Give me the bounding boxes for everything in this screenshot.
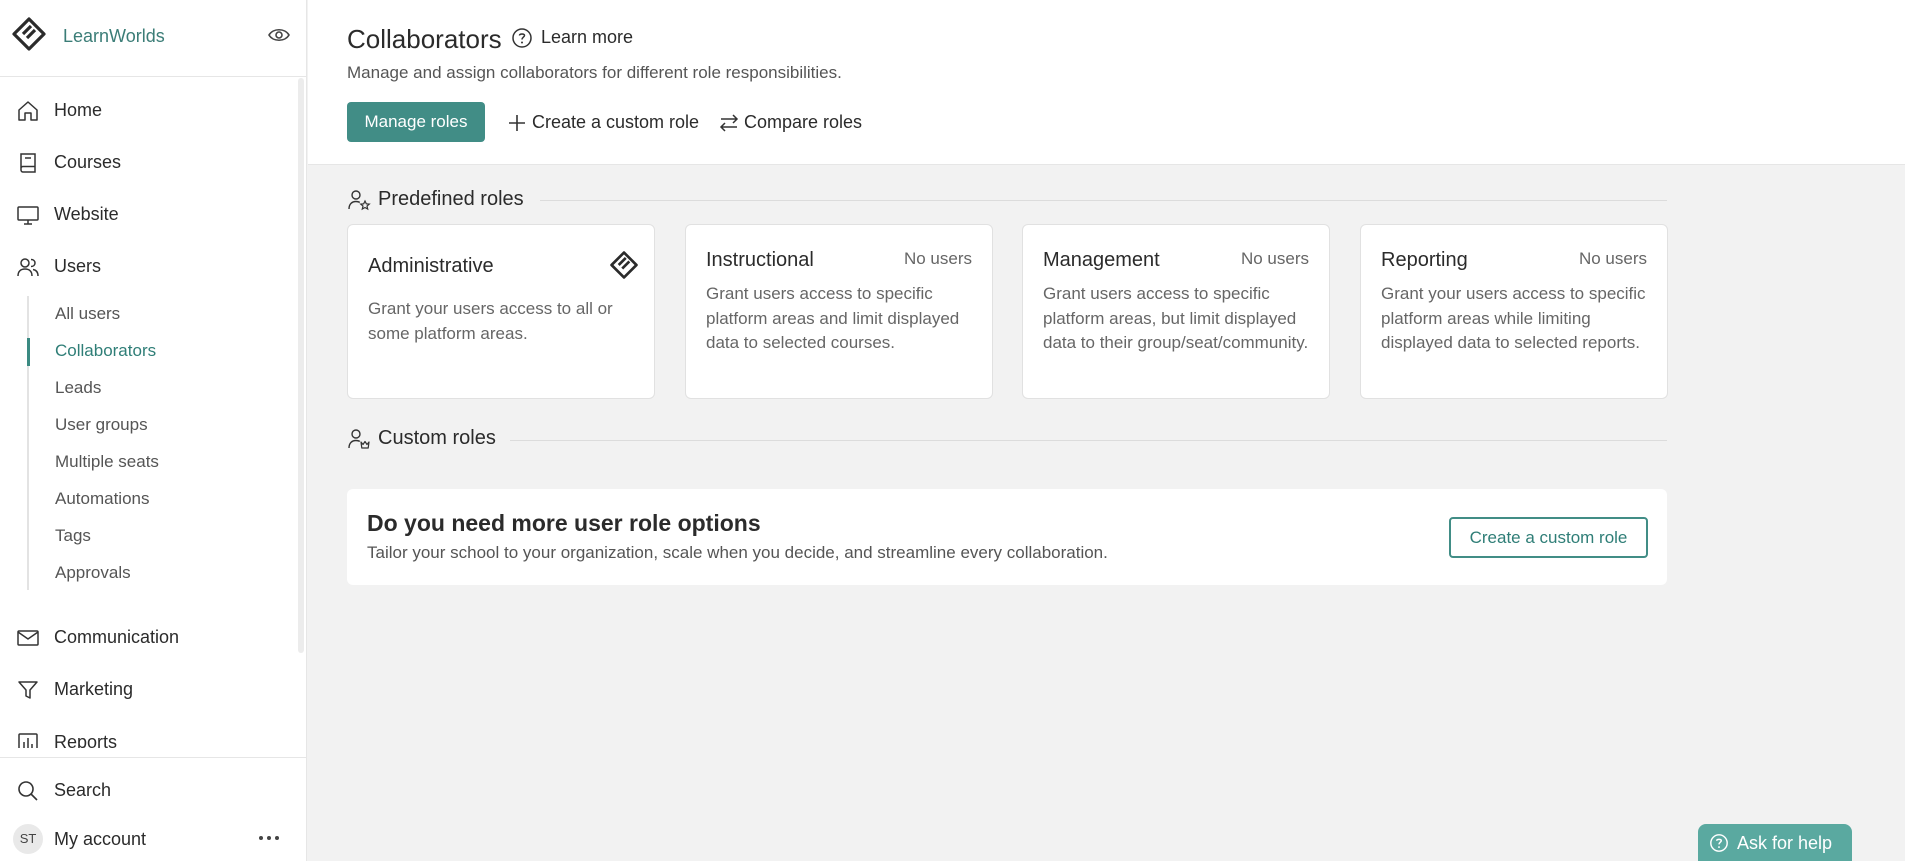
- role-card-administrative[interactable]: Administrative Grant your users access t…: [347, 224, 655, 399]
- sidebar-item-courses[interactable]: Courses: [0, 142, 300, 182]
- chart-icon: [18, 733, 38, 748]
- subitem-label: Tags: [55, 526, 91, 545]
- learnworlds-logo-icon: [610, 251, 638, 279]
- book-icon: [20, 153, 36, 173]
- user-count-badge: No users: [903, 249, 972, 268]
- sidebar-item-my-account[interactable]: My account: [0, 819, 300, 859]
- promo-title: Do you need more user role options: [367, 510, 761, 536]
- sidebar-subitem-approvals[interactable]: Approvals: [29, 558, 289, 588]
- create-custom-role-label: Create a custom role: [532, 112, 700, 132]
- sidebar-item-label: Marketing: [54, 679, 134, 699]
- sidebar-subitem-user-groups[interactable]: User groups: [29, 410, 289, 440]
- sidebar-subitem-automations[interactable]: Automations: [29, 484, 289, 514]
- ask-for-help-label: Ask for help: [1737, 833, 1833, 853]
- role-card-title: Reporting: [1381, 249, 1468, 271]
- more-options-icon[interactable]: [257, 828, 281, 848]
- section-divider: [510, 440, 1667, 441]
- subitem-label: Automations: [55, 489, 150, 508]
- section-title: Custom roles: [378, 427, 496, 449]
- sidebar-subitem-collaborators[interactable]: Collaborators: [27, 336, 289, 366]
- user-count-badge: No users: [1240, 249, 1309, 268]
- role-card-description: Grant your users access to all or some p…: [368, 299, 613, 343]
- sidebar-subitem-multiple-seats[interactable]: Multiple seats: [29, 447, 289, 477]
- funnel-icon: [18, 681, 38, 699]
- sidebar-item-home[interactable]: Home: [0, 90, 300, 130]
- promo-description: Tailor your school to your organization,…: [367, 543, 1108, 562]
- section-divider: [540, 200, 1667, 201]
- avatar[interactable]: ST: [13, 824, 43, 854]
- role-card-title: Instructional: [706, 249, 814, 271]
- help-circle-icon: [512, 28, 532, 48]
- page-header: Collaborators Learn more Manage and assi…: [308, 0, 1905, 165]
- role-card-management[interactable]: Management No users Grant users access t…: [1022, 224, 1330, 399]
- role-card-description: Grant users access to specific platform …: [706, 284, 960, 352]
- help-circle-icon: [1710, 834, 1728, 852]
- mail-icon: [17, 630, 39, 646]
- sidebar-item-reports[interactable]: Reports: [0, 722, 300, 748]
- subitem-label: All users: [55, 304, 121, 323]
- sidebar: LearnWorlds Home Courses Website Users A…: [0, 0, 307, 861]
- sidebar-item-marketing[interactable]: Marketing: [0, 669, 300, 709]
- divider: [0, 757, 306, 758]
- sidebar-item-communication[interactable]: Communication: [0, 617, 300, 657]
- sidebar-subitem-all-users[interactable]: All users: [29, 299, 289, 329]
- role-card-description: Grant users access to specific platform …: [1043, 284, 1309, 352]
- search-icon: [18, 781, 38, 801]
- learnworlds-logo-icon[interactable]: [11, 16, 47, 52]
- subitem-label: Multiple seats: [55, 452, 159, 471]
- monitor-icon: [17, 206, 39, 225]
- sidebar-item-label: Communication: [54, 627, 180, 647]
- role-card-title: Administrative: [368, 255, 494, 277]
- home-icon: [18, 101, 38, 121]
- section-title: Predefined roles: [378, 188, 524, 210]
- compare-roles-label: Compare roles: [744, 112, 863, 132]
- ask-for-help-button[interactable]: Ask for help: [1698, 824, 1852, 861]
- learn-more-label: Learn more: [541, 27, 634, 47]
- user-crown-icon: [348, 429, 370, 449]
- role-card-reporting[interactable]: Reporting No users Grant your users acce…: [1360, 224, 1668, 399]
- custom-role-promo: Do you need more user role options Tailo…: [347, 489, 1667, 585]
- sidebar-item-label: Search: [54, 780, 112, 800]
- user-count-badge: No users: [1578, 249, 1647, 268]
- sidebar-nav: Home Courses Website Users All users Col…: [0, 78, 300, 748]
- sidebar-item-label: Users: [54, 256, 102, 276]
- sidebar-item-search[interactable]: Search: [0, 770, 300, 810]
- sidebar-subitem-leads[interactable]: Leads: [29, 373, 289, 403]
- subitem-label: Leads: [55, 378, 102, 397]
- subitem-label: Approvals: [55, 563, 131, 582]
- plus-icon: [509, 115, 525, 131]
- subitem-label: Collaborators: [55, 341, 157, 360]
- sidebar-item-label: Home: [54, 100, 103, 120]
- users-icon: [17, 258, 39, 277]
- subitem-label: User groups: [55, 415, 148, 434]
- sidebar-item-label: Courses: [54, 152, 122, 172]
- account-label: My account: [54, 829, 147, 849]
- sidebar-item-users[interactable]: Users: [0, 246, 300, 286]
- page-subtitle: Manage and assign collaborators for diff…: [347, 63, 842, 82]
- brand-name[interactable]: LearnWorlds: [63, 26, 165, 47]
- role-card-description: Grant your users access to specific plat…: [1381, 284, 1646, 352]
- role-card-instructional[interactable]: Instructional No users Grant users acces…: [685, 224, 993, 399]
- brand-header: LearnWorlds: [0, 0, 306, 77]
- create-custom-role-promo-button[interactable]: Create a custom role: [1449, 517, 1648, 558]
- sidebar-scrollbar[interactable]: [298, 78, 304, 653]
- page-title: Collaborators: [347, 24, 502, 54]
- sidebar-item-label: Website: [54, 204, 119, 224]
- manage-roles-button[interactable]: Manage roles: [347, 102, 485, 142]
- sidebar-item-label: Reports: [54, 732, 118, 748]
- sidebar-subitem-tags[interactable]: Tags: [29, 521, 289, 551]
- swap-arrows-icon: [719, 114, 739, 132]
- sidebar-item-website[interactable]: Website: [0, 194, 300, 234]
- user-star-icon: [348, 190, 371, 211]
- role-card-title: Management: [1043, 249, 1160, 271]
- eye-icon[interactable]: [268, 26, 290, 44]
